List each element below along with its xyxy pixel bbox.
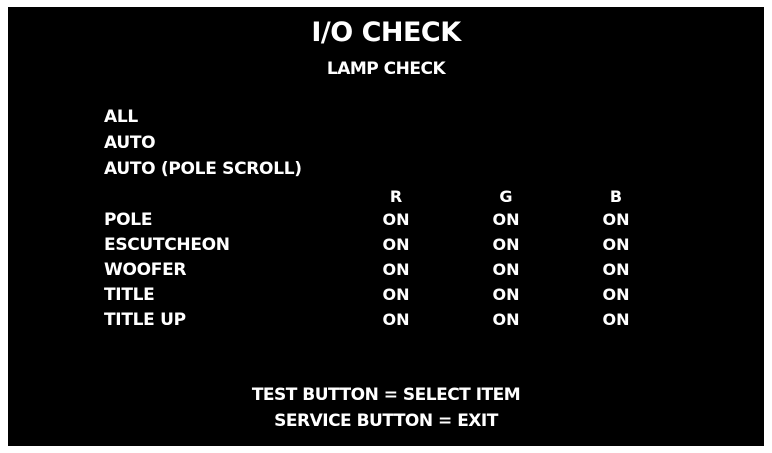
lamp-value-r[interactable]: ON (366, 285, 426, 304)
lamp-row-title[interactable]: TITLE ON ON ON (8, 285, 764, 309)
lamp-value-r[interactable]: ON (366, 210, 426, 229)
lamp-row-label: WOOFER (104, 260, 187, 280)
lamp-value-b[interactable]: ON (586, 260, 646, 279)
lamp-value-g[interactable]: ON (476, 260, 536, 279)
menu-item-auto[interactable]: AUTO (104, 133, 156, 153)
lamp-row-escutcheon[interactable]: ESCUTCHEON ON ON ON (8, 235, 764, 259)
column-header-b: B (609, 187, 623, 206)
footer-test-button-hint: TEST BUTTON = SELECT ITEM (251, 385, 521, 405)
lamp-row-label: POLE (104, 210, 153, 230)
lamp-value-r[interactable]: ON (366, 310, 426, 329)
io-check-screen: I/O CHECK LAMP CHECK ALL AUTO AUTO (POLE… (8, 7, 764, 446)
lamp-row-label: ESCUTCHEON (104, 235, 230, 255)
menu-item-all[interactable]: ALL (104, 107, 138, 127)
lamp-row-pole[interactable]: POLE ON ON ON (8, 210, 764, 234)
lamp-row-label: TITLE (104, 285, 155, 305)
lamp-row-label: TITLE UP (104, 310, 186, 330)
lamp-value-g[interactable]: ON (476, 310, 536, 329)
footer-service-button-hint: SERVICE BUTTON = EXIT (274, 411, 498, 431)
lamp-value-r[interactable]: ON (366, 235, 426, 254)
lamp-value-g[interactable]: ON (476, 235, 536, 254)
lamp-value-b[interactable]: ON (586, 210, 646, 229)
lamp-value-b[interactable]: ON (586, 310, 646, 329)
lamp-value-r[interactable]: ON (366, 260, 426, 279)
menu-item-auto-pole-scroll[interactable]: AUTO (POLE SCROLL) (104, 159, 302, 179)
lamp-value-b[interactable]: ON (586, 285, 646, 304)
lamp-value-g[interactable]: ON (476, 285, 536, 304)
column-header-r: R (389, 187, 403, 206)
lamp-row-woofer[interactable]: WOOFER ON ON ON (8, 260, 764, 284)
column-header-g: G (499, 187, 513, 206)
lamp-value-g[interactable]: ON (476, 210, 536, 229)
page-title: I/O CHECK (311, 17, 461, 48)
page-subtitle: LAMP CHECK (326, 59, 446, 79)
lamp-value-b[interactable]: ON (586, 235, 646, 254)
lamp-row-title-up[interactable]: TITLE UP ON ON ON (8, 310, 764, 334)
